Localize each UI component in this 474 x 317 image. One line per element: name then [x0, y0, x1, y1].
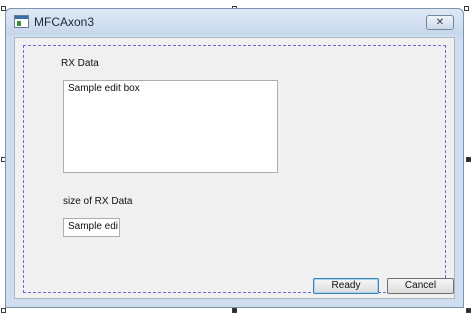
close-button[interactable]: ✕: [426, 15, 454, 30]
cancel-button[interactable]: Cancel: [387, 278, 454, 294]
resource-editor-canvas: MFCAxon3 ✕ RX Data Sample edit box size …: [0, 0, 474, 317]
size-of-rx-data-label: size of RX Data: [63, 196, 133, 207]
dialog-window: MFCAxon3 ✕ RX Data Sample edit box size …: [5, 8, 464, 308]
size-of-rx-data-edit-box[interactable]: Sample edi: [63, 218, 120, 237]
size-edit-text: Sample edi: [68, 221, 119, 232]
resize-handle-right[interactable]: [466, 157, 471, 162]
title-bar[interactable]: MFCAxon3 ✕: [6, 9, 463, 35]
dialog-client-area: RX Data Sample edit box size of RX Data …: [14, 37, 455, 299]
rx-data-edit-box[interactable]: Sample edit box: [63, 80, 278, 173]
close-icon: ✕: [435, 17, 445, 28]
app-window-icon: [14, 15, 29, 28]
rx-data-edit-text: Sample edit box: [68, 83, 140, 94]
resize-handle-bottom[interactable]: [232, 308, 237, 313]
rx-data-label: RX Data: [61, 58, 99, 69]
resize-handle-bottom-left[interactable]: [1, 308, 6, 313]
ready-button[interactable]: Ready: [313, 278, 379, 294]
window-title: MFCAxon3: [34, 15, 95, 29]
resize-handle-top-right[interactable]: [464, 6, 469, 11]
resize-handle-bottom-right[interactable]: [466, 308, 471, 313]
